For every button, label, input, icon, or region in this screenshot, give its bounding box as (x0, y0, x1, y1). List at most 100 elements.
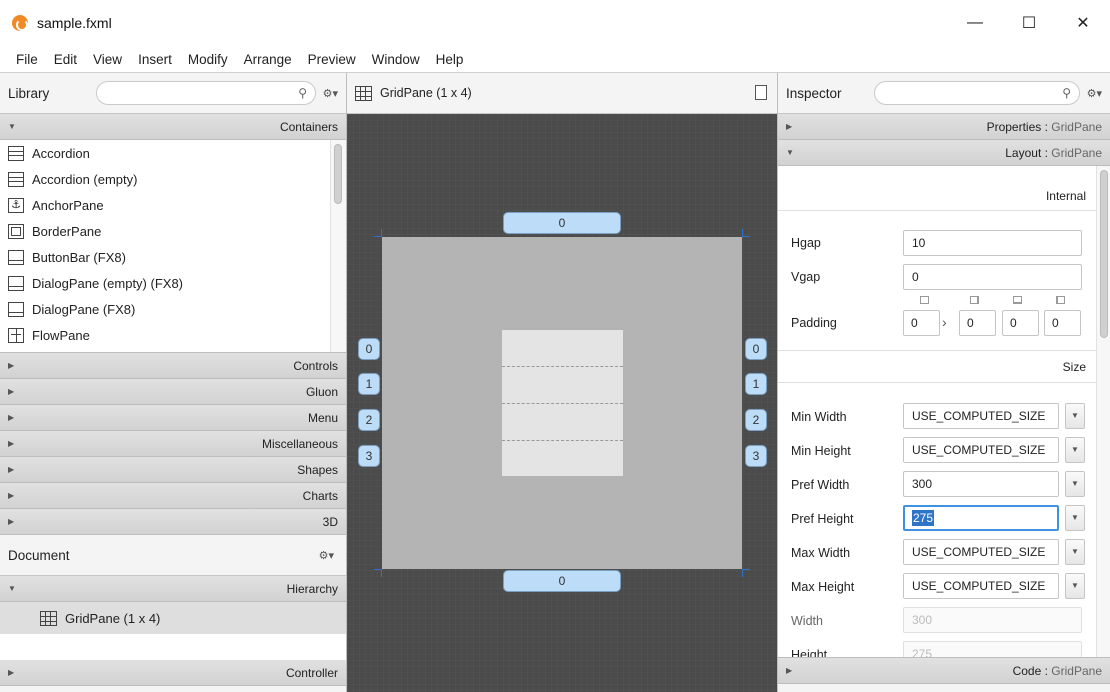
column-handle-bottom[interactable]: 0 (503, 570, 621, 592)
list-item[interactable]: DialogPane (empty) (FX8) (0, 270, 346, 296)
document-gear-icon[interactable]: ⚙▾ (312, 549, 334, 562)
row-handle-left[interactable]: 2 (358, 409, 380, 431)
max-width-field[interactable]: USE_COMPUTED_SIZE (903, 539, 1059, 565)
inspector-gear-icon[interactable]: ⚙▾ (1080, 87, 1102, 100)
list-item[interactable]: FlowPane (0, 322, 346, 348)
section-label: Code : GridPane (1012, 663, 1102, 678)
padding-link-icon[interactable]: › (942, 314, 947, 330)
pref-width-field[interactable]: 300 (903, 471, 1059, 497)
inspector-title: Inspector (786, 85, 842, 101)
menu-modify[interactable]: Modify (180, 52, 236, 67)
min-height-dropdown[interactable]: ▼ (1065, 437, 1085, 463)
row-handle-right[interactable]: 3 (745, 445, 767, 467)
row-divider (502, 366, 623, 367)
internal-heading: Internal (1045, 189, 1086, 203)
max-height-field[interactable]: USE_COMPUTED_SIZE (903, 573, 1059, 599)
padding-right-field[interactable]: 0 (959, 310, 996, 336)
menu-preview[interactable]: Preview (300, 52, 364, 67)
menu-view[interactable]: View (85, 52, 130, 67)
selection-corner (742, 229, 750, 237)
document-icon[interactable] (755, 85, 767, 100)
menu-window[interactable]: Window (364, 52, 428, 67)
minimize-button[interactable]: — (948, 0, 1002, 46)
min-height-field[interactable]: USE_COMPUTED_SIZE (903, 437, 1059, 463)
padding-left-field[interactable]: 0 (1044, 310, 1081, 336)
min-width-dropdown[interactable]: ▼ (1065, 403, 1085, 429)
list-item[interactable]: BorderPane (0, 218, 346, 244)
section-label: Charts (302, 488, 338, 503)
library-list: Accordion Accordion (empty) ⚓ AnchorPane … (0, 140, 346, 353)
menu-help[interactable]: Help (428, 52, 472, 67)
row-handle-right[interactable]: 1 (745, 373, 767, 395)
library-section-controls[interactable]: ▶ Controls (0, 353, 346, 379)
inspector-section-properties[interactable]: ▶ Properties : GridPane (778, 114, 1110, 140)
library-gear-icon[interactable]: ⚙▾ (316, 87, 338, 100)
library-section-shapes[interactable]: ▶ Shapes (0, 457, 346, 483)
hgap-field[interactable]: 10 (903, 230, 1082, 256)
library-search-input[interactable]: ⚲ (96, 81, 316, 105)
row-handle-right[interactable]: 2 (745, 409, 767, 431)
design-canvas[interactable]: 0 0 0 1 2 3 0 1 2 3 (347, 114, 777, 692)
menu-file[interactable]: File (8, 52, 46, 67)
layout-properties: Internal Hgap 10 Vgap 0 Padding 0 › 0 0 … (778, 166, 1110, 658)
pref-height-field[interactable]: 275 (903, 505, 1059, 531)
library-section-miscellaneous[interactable]: ▶ Miscellaneous (0, 431, 346, 457)
menu-edit[interactable]: Edit (46, 52, 85, 67)
section-label: Containers (279, 119, 338, 134)
menu-insert[interactable]: Insert (130, 52, 180, 67)
max-height-label: Max Height (791, 580, 855, 594)
row-handle-left[interactable]: 0 (358, 338, 380, 360)
scroll-thumb[interactable] (1100, 170, 1108, 338)
max-width-dropdown[interactable]: ▼ (1065, 539, 1085, 565)
inspector-scrollbar[interactable] (1096, 166, 1110, 657)
gridpane-icon (40, 610, 57, 626)
library-section-containers[interactable]: ▼ Containers (0, 114, 346, 140)
document-section-hierarchy[interactable]: ▼ Hierarchy (0, 576, 346, 602)
min-height-label: Min Height (791, 444, 851, 458)
list-item[interactable]: Accordion (empty) (0, 166, 346, 192)
list-item[interactable]: Accordion (0, 140, 346, 166)
list-item[interactable]: ButtonBar (FX8) (0, 244, 346, 270)
max-width-label: Max Width (791, 546, 851, 560)
padding-top-field[interactable]: 0 (903, 310, 940, 336)
library-scrollbar[interactable] (330, 140, 346, 352)
document-section-controller[interactable]: ▶ Controller (0, 660, 346, 686)
borderpane-icon (8, 223, 24, 239)
list-item[interactable]: ⚓ AnchorPane (0, 192, 346, 218)
close-button[interactable]: ✕ (1056, 0, 1110, 46)
pref-height-dropdown[interactable]: ▼ (1065, 505, 1085, 531)
gridpane-preview[interactable] (382, 237, 742, 569)
inspector-search-input[interactable]: ⚲ (874, 81, 1080, 105)
pref-height-label: Pref Height (791, 512, 854, 526)
vgap-field[interactable]: 0 (903, 264, 1082, 290)
library-section-3d[interactable]: ▶ 3D (0, 509, 346, 535)
inspector-panel: Inspector ⚲ ⚙▾ ▶ Properties : GridPane ▼… (777, 73, 1110, 692)
pref-width-dropdown[interactable]: ▼ (1065, 471, 1085, 497)
hierarchy-item-gridpane[interactable]: GridPane (1 x 4) (0, 602, 346, 634)
expanded-triangle-icon: ▼ (786, 148, 794, 157)
grid-cells[interactable] (502, 330, 623, 476)
vgap-label: Vgap (791, 270, 821, 284)
scroll-thumb[interactable] (334, 144, 342, 204)
row-handle-left[interactable]: 3 (358, 445, 380, 467)
content-panel: GridPane (1 x 4) 0 0 0 1 2 3 0 1 2 3 (347, 73, 777, 692)
library-section-gluon[interactable]: ▶ Gluon (0, 379, 346, 405)
padding-bottom-field[interactable]: 0 (1002, 310, 1039, 336)
section-label: Layout : GridPane (1005, 145, 1102, 160)
list-item-label: AnchorPane (32, 197, 104, 213)
max-height-dropdown[interactable]: ▼ (1065, 573, 1085, 599)
row-handle-right[interactable]: 0 (745, 338, 767, 360)
menu-arrange[interactable]: Arrange (236, 52, 300, 67)
library-section-menu[interactable]: ▶ Menu (0, 405, 346, 431)
column-handle-top[interactable]: 0 (503, 212, 621, 234)
search-icon: ⚲ (1062, 86, 1071, 100)
maximize-button[interactable]: ☐ (1002, 0, 1056, 46)
inspector-section-code[interactable]: ▶ Code : GridPane (778, 658, 1110, 684)
row-handle-left[interactable]: 1 (358, 373, 380, 395)
search-icon: ⚲ (298, 86, 307, 100)
min-width-field[interactable]: USE_COMPUTED_SIZE (903, 403, 1059, 429)
inspector-section-layout[interactable]: ▼ Layout : GridPane (778, 140, 1110, 166)
list-item[interactable]: DialogPane (FX8) (0, 296, 346, 322)
library-section-charts[interactable]: ▶ Charts (0, 483, 346, 509)
breadcrumb[interactable]: GridPane (1 x 4) (380, 86, 472, 100)
